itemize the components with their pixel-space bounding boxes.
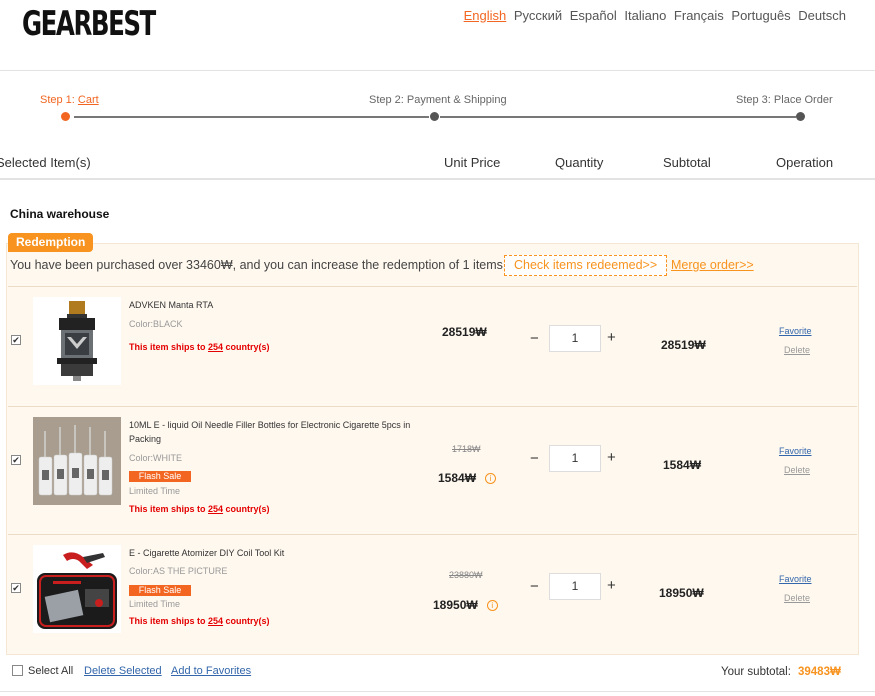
unit-price: 1584₩ i [438,471,497,485]
product-color: Color:AS THE PICTURE [129,566,228,576]
col-unit-price: Unit Price [444,155,501,170]
original-price: 1718₩ [452,444,481,454]
step-2-dot [430,112,439,121]
qty-decrease-button[interactable]: − [530,578,539,595]
step-3-label: Step 3: Place Order [736,94,833,106]
subtotal-value: 39483₩ [798,666,841,678]
col-quantity: Quantity [555,155,604,170]
col-operation: Operation [776,155,834,170]
quantity-input[interactable]: 1 [549,325,601,352]
product-name-link[interactable]: ADVKEN Manta RTA [129,298,419,312]
lang-portuguese[interactable]: Português [731,8,790,23]
cart-item-row: ✔ 10ML E - liquid Oil Needle Filler Bott… [8,406,857,534]
gearbest-logo[interactable]: GEARBEST [22,4,156,44]
unit-price: 28519₩ [442,325,487,339]
product-image-filler-bottles[interactable] [33,417,121,505]
step-track-2 [440,116,796,118]
lang-spanish[interactable]: Español [570,8,617,23]
select-all-label[interactable]: Select All [28,665,73,677]
cart-item-row: ✔ ADVKEN Manta RTA Color:BLACK This item… [8,286,857,406]
item-checkbox[interactable]: ✔ [11,455,21,465]
price-info-icon[interactable]: i [486,600,498,611]
col-selected-items: Selected Item(s) [0,155,91,170]
lang-german[interactable]: Deutsch [798,8,846,23]
cart-column-headers: Selected Item(s) Unit Price Quantity Sub… [0,153,875,179]
favorite-link[interactable]: Favorite [779,326,812,336]
shipping-note: This item ships to 254 country(s) [129,616,270,626]
qty-increase-button[interactable]: + [607,449,616,466]
original-price: 23880₩ [449,570,483,580]
quantity-input[interactable]: 1 [549,573,601,600]
step-track-1 [74,116,429,118]
ship-countries-link[interactable]: 254 [208,504,223,514]
product-image-manta-rta[interactable] [33,297,121,385]
favorite-link[interactable]: Favorite [779,446,812,456]
lang-russian[interactable]: Русский [514,8,562,23]
qty-increase-button[interactable]: + [607,577,616,594]
col-subtotal: Subtotal [663,155,711,170]
checkout-steps: Step 1: Cart Step 2: Payment & Shipping … [0,88,875,128]
shipping-note: This item ships to 254 country(s) [129,342,270,352]
item-subtotal: 28519₩ [661,338,706,352]
qty-decrease-button[interactable]: − [530,330,539,347]
product-color: Color:BLACK [129,319,183,329]
product-name-link[interactable]: E - Cigarette Atomizer DIY Coil Tool Kit [129,546,419,560]
header-divider [0,70,875,71]
delete-link[interactable]: Delete [784,345,810,355]
shipping-note: This item ships to 254 country(s) [129,504,270,514]
step-2-label: Step 2: Payment & Shipping [369,94,507,106]
product-image-coil-tool-kit[interactable] [33,545,121,633]
redemption-message: You have been purchased over 33460₩, and… [10,258,503,272]
column-divider [0,178,875,180]
step-1-dot [61,112,70,121]
price-info-icon[interactable]: i [485,473,497,484]
ship-countries-link[interactable]: 254 [208,342,223,352]
item-subtotal: 18950₩ [659,586,704,600]
lang-english[interactable]: English [464,8,507,23]
product-name-link[interactable]: 10ML E - liquid Oil Needle Filler Bottle… [129,418,419,446]
unit-price: 18950₩ i [433,598,498,612]
favorite-link[interactable]: Favorite [779,574,812,584]
delete-link[interactable]: Delete [784,593,810,603]
delete-link[interactable]: Delete [784,465,810,475]
cart-item-row: ✔ E - Cigarette Atomizer DIY Coil Tool K… [8,534,857,654]
limited-time-label: Limited Time [129,599,181,609]
select-all-checkbox[interactable] [12,665,23,676]
product-color: Color:WHITE [129,453,183,463]
item-checkbox[interactable]: ✔ [11,583,21,593]
flash-sale-badge: Flash Sale [129,471,191,482]
language-selector: English Русский Español Italiano Françai… [460,8,846,23]
cart-footer: Select All Delete Selected Add to Favori… [0,655,875,690]
redemption-badge: Redemption [8,233,94,252]
item-checkbox[interactable]: ✔ [11,335,21,345]
limited-time-label: Limited Time [129,486,181,496]
lang-italian[interactable]: Italiano [624,8,666,23]
item-subtotal: 1584₩ [663,458,702,472]
qty-increase-button[interactable]: + [607,329,616,346]
quantity-input[interactable]: 1 [549,445,601,472]
subtotal-label: Your subtotal: [721,666,791,678]
warehouse-title: China warehouse [10,207,110,221]
add-to-favorites-link[interactable]: Add to Favorites [171,665,251,677]
cart-step-link[interactable]: Cart [78,94,99,106]
step-1-label: Step 1: Cart [40,94,99,106]
qty-decrease-button[interactable]: − [530,450,539,467]
merge-order-link[interactable]: Merge order>> [671,258,754,272]
footer-divider [0,691,875,692]
lang-french[interactable]: Français [674,8,724,23]
flash-sale-badge: Flash Sale [129,585,191,596]
check-redeemed-button[interactable]: Check items redeemed>> [504,255,668,276]
ship-countries-link[interactable]: 254 [208,616,223,626]
delete-selected-link[interactable]: Delete Selected [84,665,162,677]
step-3-dot [796,112,805,121]
